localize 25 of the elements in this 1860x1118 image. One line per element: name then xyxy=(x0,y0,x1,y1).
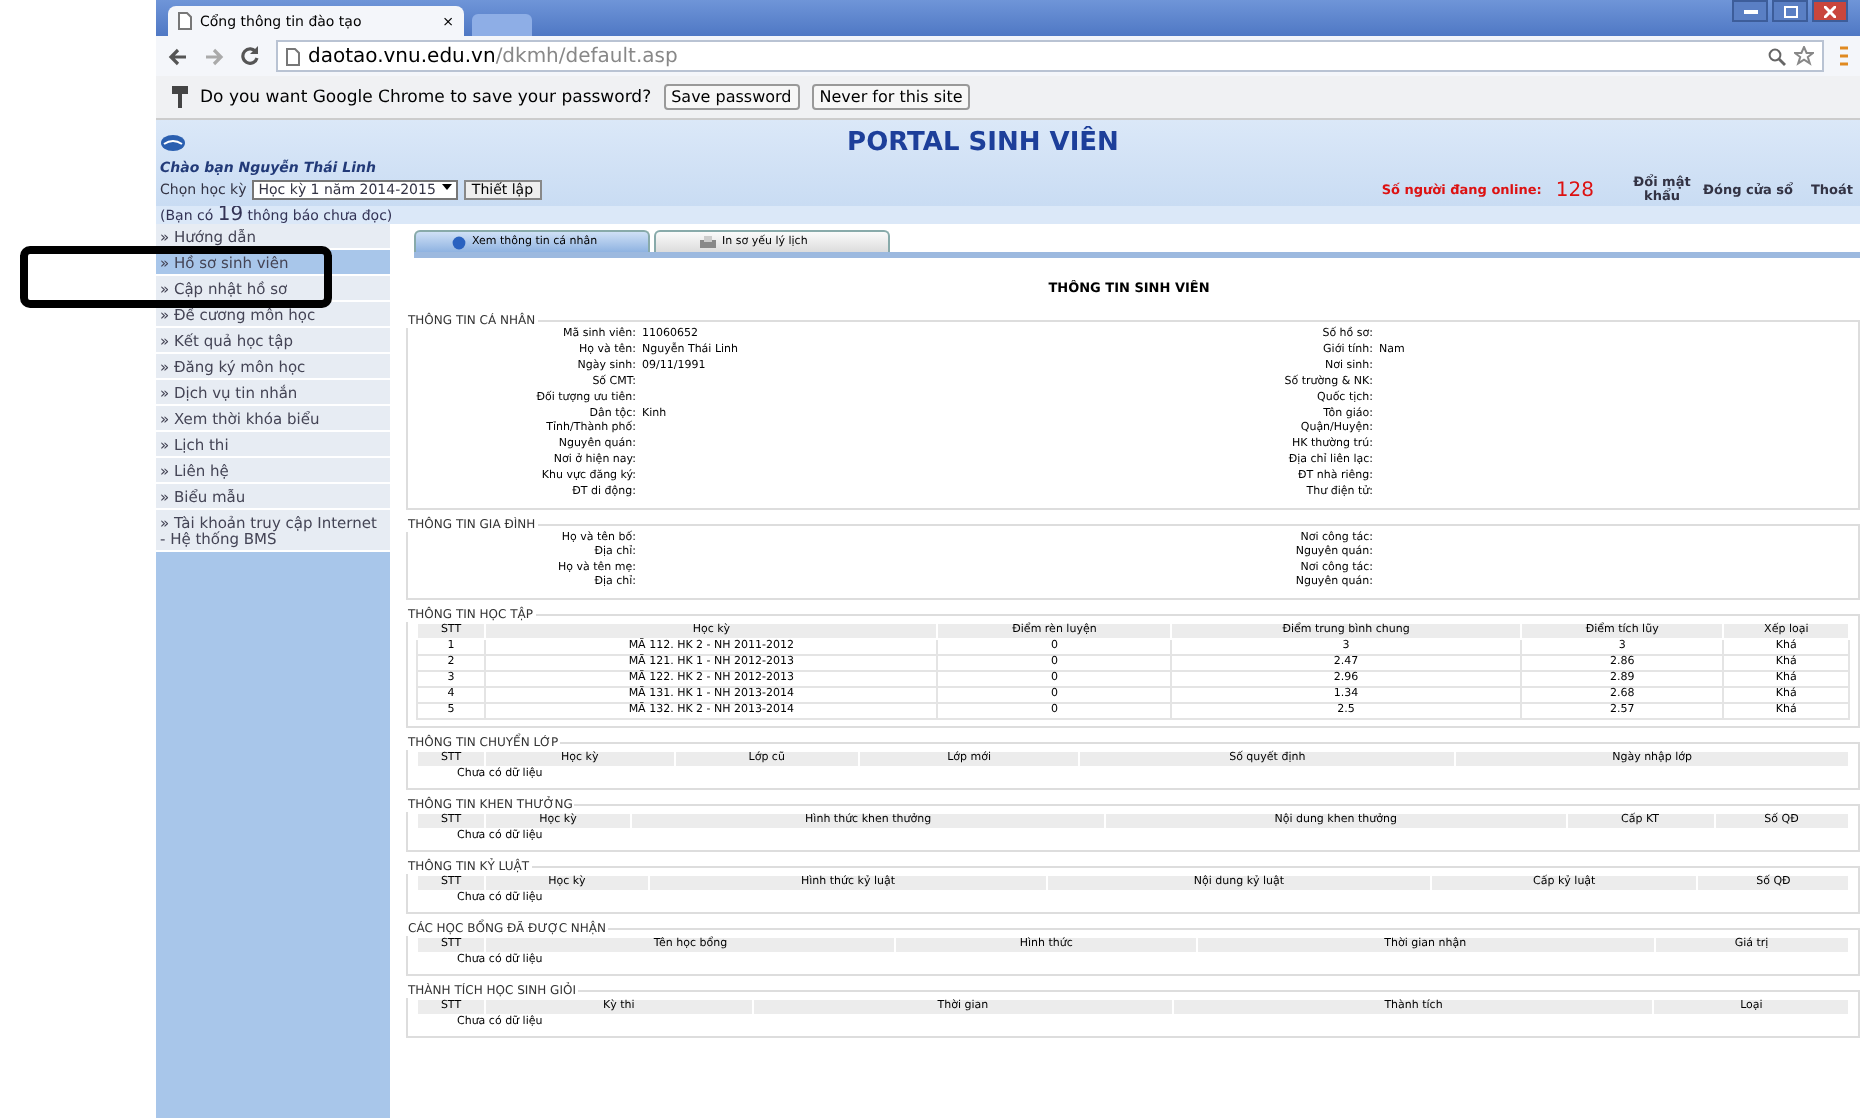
minimize-icon xyxy=(1743,8,1757,14)
online-count: 128 xyxy=(1555,179,1594,201)
maximize-button[interactable] xyxy=(1772,0,1808,22)
info-icon xyxy=(452,235,466,249)
password-bar-button[interactable]: Never for this site xyxy=(811,84,971,110)
caret-icon xyxy=(441,182,452,192)
password-bar-button[interactable]: Save password xyxy=(663,84,800,110)
minimize-button[interactable] xyxy=(1732,0,1768,22)
page-icon xyxy=(286,47,300,65)
url-text: daotao.vnu.edu.vn/dkmh/default.asp xyxy=(308,45,680,67)
page-icon xyxy=(178,12,192,30)
forward-icon xyxy=(204,47,224,65)
reload-icon xyxy=(240,46,260,66)
maximize-icon xyxy=(1783,5,1797,17)
back-icon xyxy=(168,47,188,65)
zoom-icon xyxy=(1768,47,1786,65)
close-icon xyxy=(1824,5,1836,17)
star-icon xyxy=(1794,46,1814,66)
menu-icon xyxy=(1840,46,1848,66)
close-button[interactable] xyxy=(1812,0,1848,22)
logo-icon xyxy=(160,133,186,151)
printer-icon xyxy=(700,235,716,249)
address-bar[interactable]: daotao.vnu.edu.vn/dkmh/default.asp xyxy=(276,40,1824,72)
portal-title: PORTAL SINH VIÊN xyxy=(845,127,1121,157)
password-prompt: Do you want Google Chrome to save your password? xyxy=(200,87,652,107)
